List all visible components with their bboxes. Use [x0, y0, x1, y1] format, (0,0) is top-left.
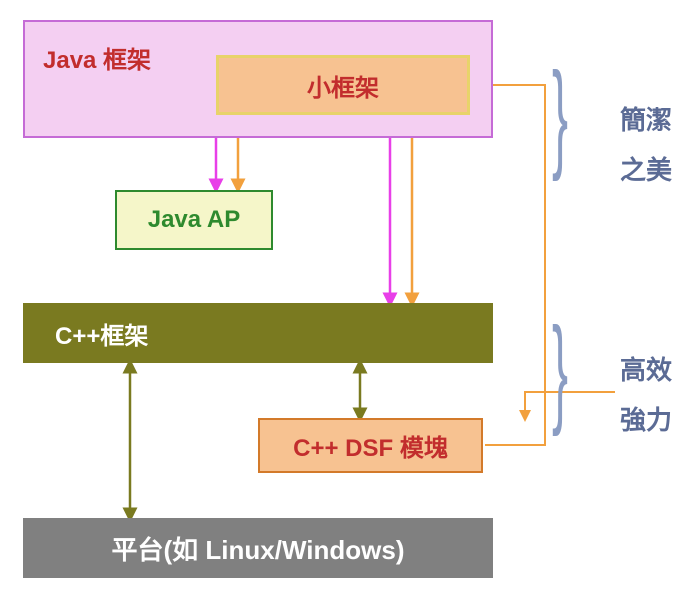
annotation-simple-2: 之美	[620, 150, 672, 187]
annotation-simple-1: 簡潔	[620, 100, 672, 137]
platform-box: 平台(如 Linux/Windows)	[23, 518, 493, 578]
java-ap-box: Java AP	[115, 190, 273, 250]
cpp-dsf-label: C++ DSF 模塊	[293, 428, 448, 463]
java-ap-label: Java AP	[148, 206, 241, 234]
cpp-dsf-box: C++ DSF 模塊	[258, 418, 483, 473]
cpp-framework-label: C++框架	[55, 316, 148, 351]
annotation-efficient-2: 強力	[620, 400, 672, 437]
platform-label: 平台(如 Linux/Windows)	[112, 530, 405, 567]
brace-bottom-icon: }	[552, 310, 568, 430]
cpp-framework-box: C++框架	[23, 303, 493, 363]
brace-top-icon: }	[552, 55, 568, 175]
java-framework-label: Java 框架	[43, 40, 151, 75]
small-framework-box: 小框架	[216, 55, 470, 115]
annotation-efficient-1: 高效	[620, 350, 672, 387]
small-framework-label: 小框架	[307, 68, 379, 103]
anno-to-dsf	[525, 392, 615, 416]
